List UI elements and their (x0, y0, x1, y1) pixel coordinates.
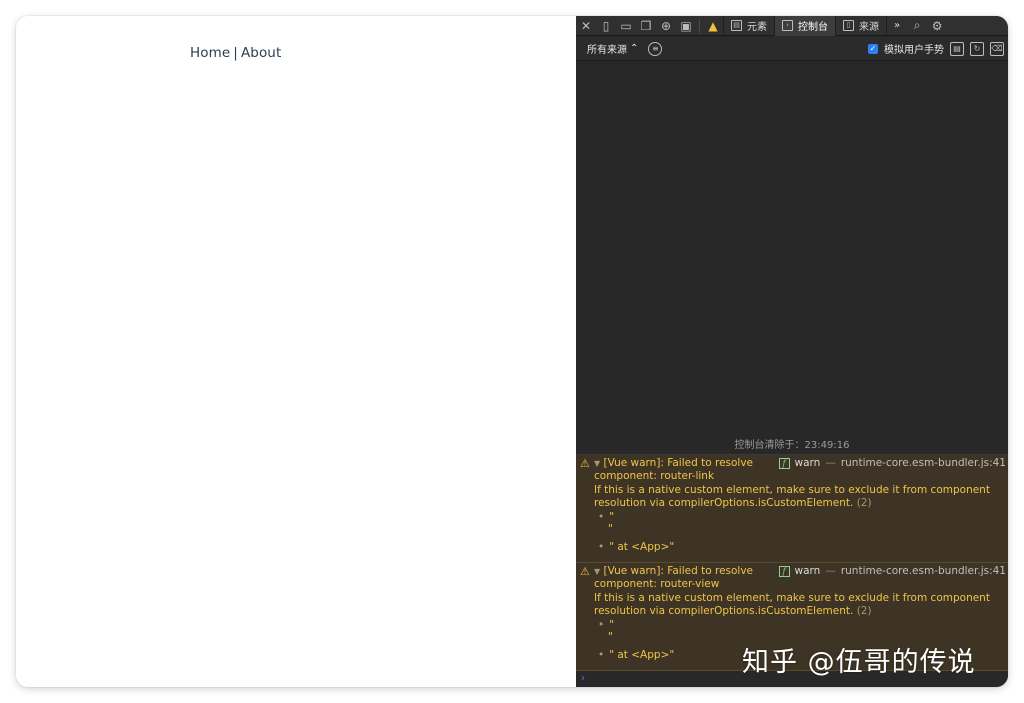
arg-text: " (608, 523, 613, 535)
about-link[interactable]: About (241, 45, 281, 61)
message-line: If this is a native custom element, make… (594, 483, 990, 496)
message-line: If this is a native custom element, make… (594, 591, 990, 604)
watermark: 知乎 @伍哥的传说 (742, 647, 976, 678)
sources-icon: ▯ (843, 20, 854, 31)
bullet-icon: • (598, 541, 605, 553)
tab-elements[interactable]: ▤ 元素 (723, 16, 774, 36)
reload-icon[interactable]: ↻ (970, 41, 984, 56)
close-icon[interactable]: ✕ (576, 16, 596, 36)
message-arg: • " at <App>" (598, 649, 674, 662)
arg-text: " (608, 631, 613, 643)
nav-links: Home | About (190, 45, 281, 61)
function-icon: f (778, 566, 790, 578)
message-level: warn (794, 565, 821, 577)
message-line: resolution via compilerOptions.isCustomE… (594, 605, 854, 618)
arg-text: " at <App>" (609, 649, 675, 661)
message-line: [Vue warn]: Failed to resolve (603, 565, 754, 577)
tab-sources[interactable]: ▯ 来源 (835, 16, 886, 36)
message-arg: • " at <App>" (598, 541, 674, 554)
prompt-chevron-icon: › (581, 673, 585, 684)
chevron-updown-icon: ⌃ (630, 43, 639, 54)
more-tabs-button[interactable]: » (886, 16, 907, 36)
arg-text: " (609, 511, 615, 523)
source-link[interactable]: runtime-core.esm-bundler.js:41 (841, 457, 1006, 470)
tab-console[interactable]: › 控制台 (774, 16, 835, 36)
tab-console-label: 控制台 (798, 22, 828, 33)
message-arg: " (608, 631, 613, 644)
search-icon[interactable]: ⌕ (907, 16, 927, 36)
dock-left-icon[interactable]: ▯ (596, 16, 616, 36)
message-line: component: router-view (594, 578, 720, 591)
settings-icon[interactable]: ⚙ (927, 16, 947, 36)
bullet-icon: • (598, 511, 605, 523)
tab-sources-label: 来源 (859, 22, 879, 33)
warning-icon[interactable]: ▲ (703, 16, 723, 36)
message-arg: " (608, 523, 613, 536)
more-tabs-icon: » (894, 20, 901, 31)
toolbar-divider (699, 18, 700, 33)
message-source[interactable]: f warn — runtime-core.esm-bundler.js:41 (778, 565, 1006, 578)
source-link[interactable]: runtime-core.esm-bundler.js:41 (841, 565, 1006, 578)
repeat-count: (2) (856, 605, 872, 618)
source-select-value: 所有来源 (587, 45, 627, 56)
arg-text: " at <App>" (609, 541, 675, 553)
bullet-icon: • (598, 649, 605, 661)
element-picker-icon[interactable]: ⊕ (656, 16, 676, 36)
message-line: component: router-link (594, 470, 715, 483)
console-cleared-message: 控制台清除于：23:49:16 (734, 440, 850, 451)
disclosure-triangle-icon[interactable]: ▼ (594, 459, 600, 468)
source-dash: — (825, 457, 836, 469)
preserve-log-icon[interactable]: ▤ (950, 41, 964, 56)
home-link[interactable]: Home (190, 45, 230, 61)
warning-icon: ⚠ (580, 457, 590, 470)
arg-text: " (609, 619, 615, 631)
clear-console-icon[interactable]: ⌫ (990, 41, 1004, 56)
disclosure-triangle-icon[interactable]: ▼ (594, 567, 600, 576)
detach-window-icon[interactable]: ❐ (636, 16, 656, 36)
source-dash: — (825, 565, 836, 577)
web-page: Home | About (16, 16, 576, 687)
bullet-icon: • (598, 619, 605, 631)
function-icon: f (778, 458, 790, 470)
message-line: resolution via compilerOptions.isCustomE… (594, 497, 854, 510)
devtools-toolbar: ✕ ▯ ▭ ❐ ⊕ ▣ ▲ ▤ 元素 › 控制台 ▯ 来源 » ⌕ ⚙ (576, 16, 1008, 36)
console-filter-bar: 所有来源 ⌃ ≡ ✓ 模拟用户手势 ▤ ↻ ⌫ (576, 37, 1008, 61)
device-icon[interactable]: ▣ (676, 16, 696, 36)
message-source[interactable]: f warn — runtime-core.esm-bundler.js:41 (778, 457, 1006, 470)
console-icon: › (782, 20, 793, 31)
dock-bottom-icon[interactable]: ▭ (616, 16, 636, 36)
warning-icon: ⚠ (580, 565, 590, 578)
repeat-count: (2) (856, 497, 872, 510)
emulate-gesture-label: 模拟用户手势 (884, 45, 944, 56)
source-select[interactable]: 所有来源 ⌃ (587, 41, 638, 56)
message-level: warn (794, 457, 821, 469)
emulate-gesture-checkbox[interactable]: ✓ (868, 43, 878, 54)
message-line: [Vue warn]: Failed to resolve (603, 457, 754, 469)
console-warning-message[interactable]: ⚠ ▼ [Vue warn]: Failed to resolve compon… (576, 455, 1008, 563)
devtools-panel: ✕ ▯ ▭ ❐ ⊕ ▣ ▲ ▤ 元素 › 控制台 ▯ 来源 » ⌕ ⚙ 所有来源 ⌃ … (576, 16, 1008, 687)
tab-elements-label: 元素 (747, 22, 767, 33)
browser-window: Home | About ✕ ▯ ▭ ❐ ⊕ ▣ ▲ ▤ 元素 › 控制台 ▯ 来源 » … (16, 16, 1008, 687)
filter-icon[interactable]: ≡ (648, 41, 663, 56)
elements-icon: ▤ (731, 20, 742, 31)
nav-separator: | (233, 45, 238, 61)
